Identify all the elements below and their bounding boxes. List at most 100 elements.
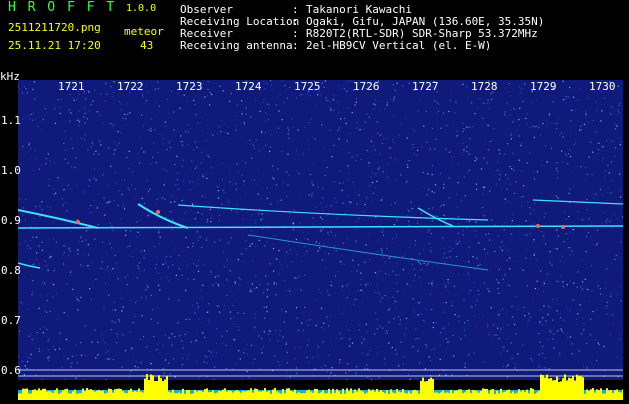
histogram-bar — [374, 392, 376, 400]
histogram-bar — [566, 380, 568, 400]
histogram-bar — [122, 391, 124, 400]
histogram-bar — [148, 380, 150, 400]
histogram-bar — [588, 391, 590, 400]
histogram-bar — [270, 394, 272, 400]
histogram-bar — [604, 394, 606, 400]
histogram-bar — [246, 391, 248, 400]
histogram-bar — [558, 382, 560, 400]
histogram-bar — [64, 389, 66, 400]
histogram-bar — [150, 375, 152, 400]
histogram-bar — [56, 388, 58, 400]
histogram-bar — [136, 392, 138, 400]
meteor-trace — [533, 200, 623, 204]
histogram-bar — [498, 393, 500, 400]
histogram-bar — [488, 393, 490, 400]
histogram-bar — [166, 376, 168, 400]
histogram-bar — [412, 390, 414, 400]
histogram-bar — [530, 388, 532, 400]
histogram-bar — [494, 394, 496, 400]
histogram-bar — [352, 393, 354, 400]
histogram-bar — [316, 389, 318, 400]
histogram-bar — [354, 389, 356, 400]
x-tick-label: 1724 — [235, 80, 262, 93]
histogram-bar — [446, 392, 448, 400]
histogram-bar — [516, 393, 518, 400]
histogram-bar — [230, 391, 232, 400]
histogram-bar — [252, 393, 254, 400]
histogram-bar — [282, 389, 284, 400]
histogram-bar — [42, 389, 44, 400]
echo-hotspot — [561, 225, 565, 229]
histogram-bar — [460, 389, 462, 400]
histogram-bar — [108, 389, 110, 400]
histogram-bar — [68, 393, 70, 400]
histogram-bar — [268, 391, 270, 400]
meteor-trace — [18, 210, 98, 228]
histogram-bar — [134, 391, 136, 400]
histogram-bar — [608, 390, 610, 400]
histogram-bar — [76, 394, 78, 400]
histogram-bar — [618, 392, 620, 400]
histogram-bar — [222, 390, 224, 400]
histogram-bar — [226, 392, 228, 400]
histogram-bar — [298, 392, 300, 400]
histogram-bar — [338, 391, 340, 400]
histogram-bar — [172, 390, 174, 400]
histogram-bar — [522, 390, 524, 400]
x-tick-label: 1727 — [412, 80, 439, 93]
histogram-bar — [358, 388, 360, 400]
histogram-bar — [480, 391, 482, 400]
spectrogram-svg — [18, 80, 623, 380]
histogram-bar — [114, 389, 116, 400]
x-tick-label: 1726 — [353, 80, 380, 93]
histogram-bar — [544, 378, 546, 400]
histogram-bar — [72, 391, 74, 400]
histogram-bar — [364, 394, 366, 400]
histogram-bar — [248, 390, 250, 400]
histogram-bar — [140, 392, 142, 400]
histogram-bar — [424, 381, 426, 400]
x-tick-label: 1722 — [117, 80, 144, 93]
histogram-bar — [322, 390, 324, 400]
histogram-bar — [286, 388, 288, 400]
y-tick-label: 0.7 — [1, 314, 21, 327]
histogram-bar — [170, 393, 172, 400]
spectrogram-plot — [18, 80, 623, 380]
histogram-bar — [346, 388, 348, 400]
histogram-svg — [18, 370, 623, 400]
histogram-bar — [378, 392, 380, 400]
histogram-bar — [458, 389, 460, 400]
histogram-bar — [576, 375, 578, 400]
histogram-bar — [24, 389, 26, 400]
histogram-bar — [124, 393, 126, 400]
histogram-bar — [28, 394, 30, 400]
histogram-bar — [176, 393, 178, 400]
histogram-bar — [240, 393, 242, 400]
histogram-bar — [450, 390, 452, 400]
histogram-bar — [256, 389, 258, 400]
histogram-bar — [110, 389, 112, 400]
histogram-bar — [512, 392, 514, 400]
histogram-bar — [258, 391, 260, 400]
histogram-bar — [202, 392, 204, 400]
histogram-bar — [552, 380, 554, 400]
meteor-count: 43 — [140, 40, 153, 52]
histogram-bar — [92, 390, 94, 400]
histogram-bar — [474, 390, 476, 400]
histogram-bar — [368, 389, 370, 400]
histogram-bar — [420, 381, 422, 400]
histogram-bar — [334, 393, 336, 400]
histogram-bar — [52, 393, 54, 400]
histogram-bar — [196, 392, 198, 400]
histogram-bar — [78, 393, 80, 400]
histogram-bar — [62, 390, 64, 400]
histogram-bar — [382, 392, 384, 400]
x-tick-label: 1728 — [471, 80, 498, 93]
histogram-bar — [188, 390, 190, 400]
histogram-bar — [438, 393, 440, 400]
histogram-bar — [616, 390, 618, 400]
histogram-bar — [492, 389, 494, 400]
histogram-bar — [274, 388, 276, 400]
histogram-bar — [524, 392, 526, 400]
histogram-bar — [622, 389, 623, 400]
